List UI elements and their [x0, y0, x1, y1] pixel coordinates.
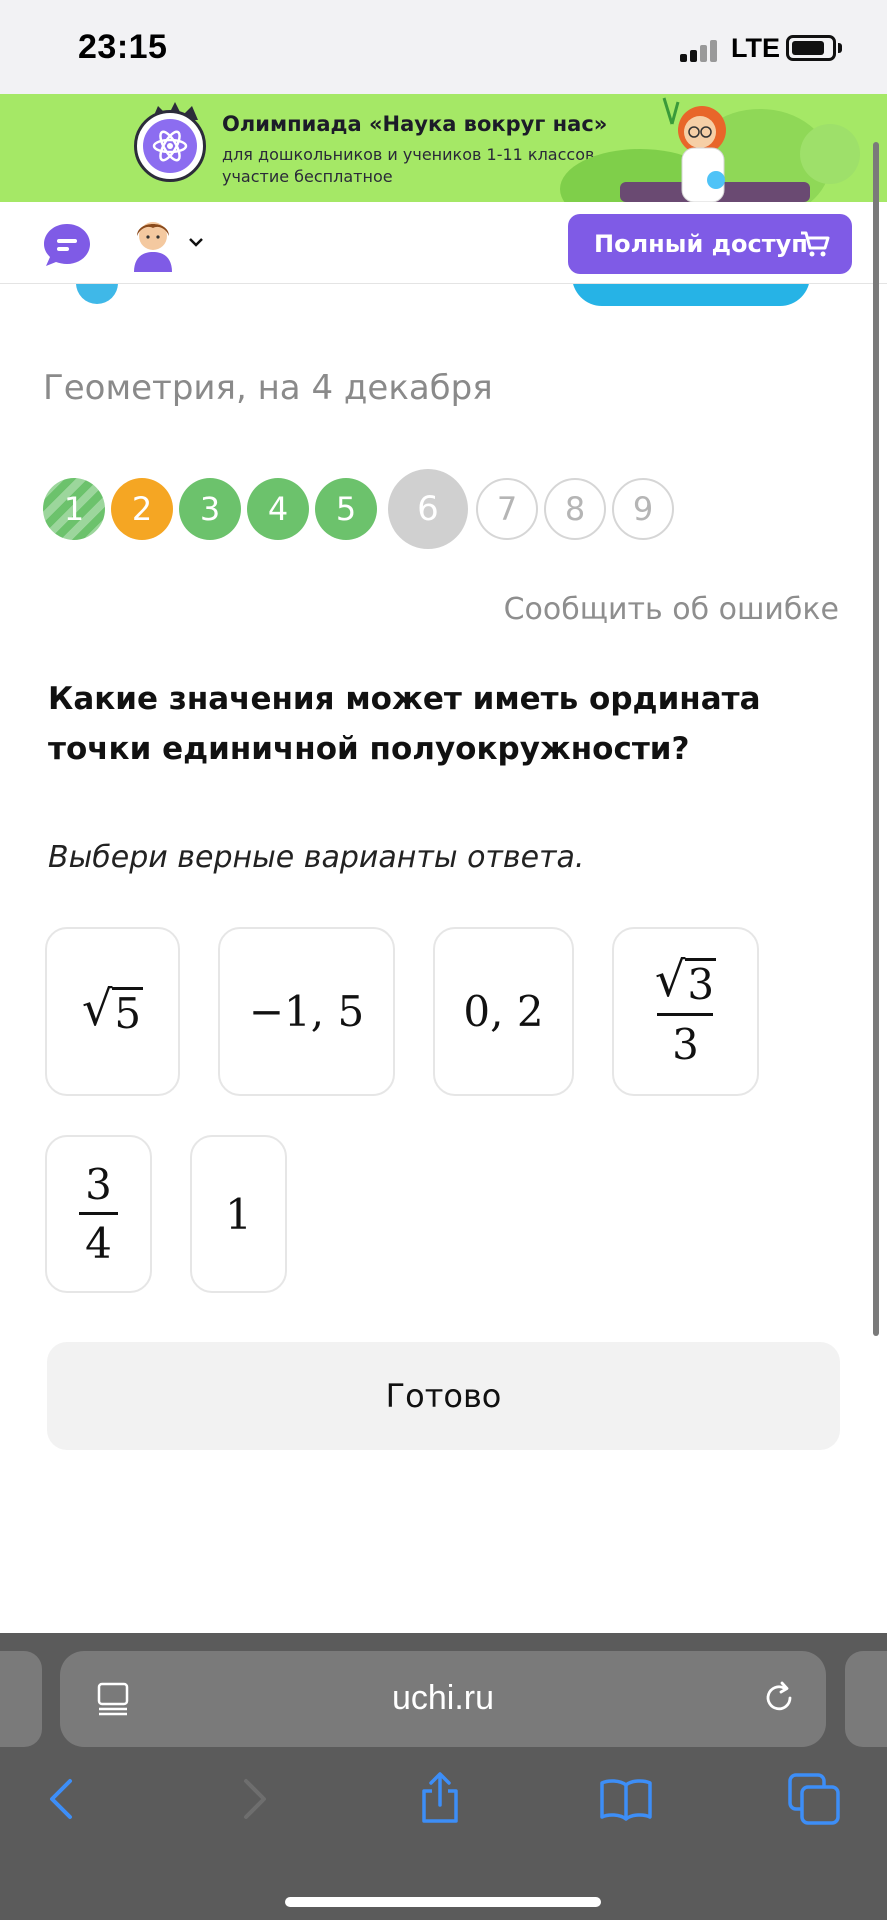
question-hint: Выбери верные варианты ответа.: [48, 840, 585, 875]
lesson-title: Геометрия, на 4 декабря: [43, 368, 493, 408]
done-button[interactable]: Готово: [47, 1342, 840, 1450]
atom-icon: [152, 130, 188, 162]
hidden-row-peek: [0, 284, 887, 308]
bookmarks-icon[interactable]: [598, 1771, 654, 1827]
fraction-expression: √ 3 3: [654, 951, 717, 1069]
battery-icon: [786, 35, 836, 61]
option-4-radicand: 3: [685, 957, 717, 1009]
step-9: 9: [612, 478, 674, 540]
option-5-numerator: 3: [85, 1159, 112, 1209]
option-3-text: 0, 2: [463, 987, 544, 1036]
step-6-current[interactable]: 6: [388, 469, 468, 549]
url-text: uchi.ru: [391, 1679, 495, 1717]
address-bar[interactable]: uchi.ru: [60, 1651, 826, 1747]
olympiad-logo: [134, 110, 206, 182]
step-7: 7: [476, 478, 538, 540]
step-8: 8: [544, 478, 606, 540]
fraction-expression: 3 4: [79, 1159, 118, 1265]
chat-icon[interactable]: [42, 222, 92, 268]
banner-subtitle-line1: для дошкольников и учеников 1-11 классов: [222, 145, 595, 164]
reload-icon[interactable]: [760, 1679, 798, 1717]
option-1[interactable]: 1: [190, 1135, 287, 1293]
question-text: Какие значения может иметь ордината точк…: [48, 681, 761, 767]
option-0-2[interactable]: 0, 2: [433, 927, 574, 1096]
status-bar: 23:15 LTE: [0, 0, 887, 94]
signal-icon: [680, 38, 724, 62]
option-2-text: −1, 5: [248, 987, 365, 1036]
previous-tab-preview[interactable]: [0, 1651, 42, 1747]
banner-title: Олимпиада «Наука вокруг нас»: [222, 112, 608, 136]
step-1[interactable]: 1: [43, 478, 105, 540]
status-time: 23:15: [78, 28, 168, 66]
sqrt-expression: √ 5: [81, 981, 144, 1038]
tabs-icon[interactable]: [786, 1771, 842, 1827]
peek-dot: [76, 284, 118, 304]
promo-banner[interactable]: Олимпиада «Наука вокруг нас» для дошколь…: [0, 94, 887, 202]
step-2[interactable]: 2: [111, 478, 173, 540]
step-4[interactable]: 4: [247, 478, 309, 540]
home-indicator: [285, 1897, 601, 1907]
full-access-label: Полный доступ: [594, 230, 808, 258]
banner-subtitle: для дошкольников и учеников 1-11 классов…: [222, 144, 602, 188]
next-tab-preview[interactable]: [845, 1651, 887, 1747]
step-3[interactable]: 3: [179, 478, 241, 540]
step-5[interactable]: 5: [315, 478, 377, 540]
option-sqrt3-over-3[interactable]: √ 3 3: [612, 927, 759, 1096]
option-6-text: 1: [225, 1189, 252, 1239]
option-4-denominator: 3: [657, 1012, 714, 1066]
full-access-button[interactable]: Полный доступ: [568, 214, 852, 274]
page-scrollbar[interactable]: [873, 142, 879, 1336]
peek-button: [572, 284, 810, 306]
app-header: Полный доступ: [0, 202, 887, 284]
report-error-link[interactable]: Сообщить об ошибке: [504, 592, 839, 627]
option-1-radicand: 5: [112, 987, 144, 1038]
forward-icon: [244, 1779, 266, 1819]
option-minus-1-5[interactable]: −1, 5: [218, 927, 395, 1096]
banner-subtitle-line2: участие бесплатное: [222, 167, 393, 186]
network-label: LTE: [731, 33, 780, 63]
browser-toolbar: uchi.ru: [0, 1633, 887, 1920]
option-sqrt-5[interactable]: √ 5: [45, 927, 180, 1096]
battery-cap: [838, 43, 842, 53]
scientist-illustration: [560, 97, 860, 202]
cart-icon: [801, 231, 830, 257]
share-icon[interactable]: [412, 1771, 468, 1827]
back-icon[interactable]: [34, 1771, 90, 1827]
option-3-over-4[interactable]: 3 4: [45, 1135, 152, 1293]
avatar[interactable]: [128, 214, 178, 272]
option-5-denominator: 4: [79, 1211, 118, 1265]
chevron-down-icon[interactable]: [188, 234, 204, 250]
